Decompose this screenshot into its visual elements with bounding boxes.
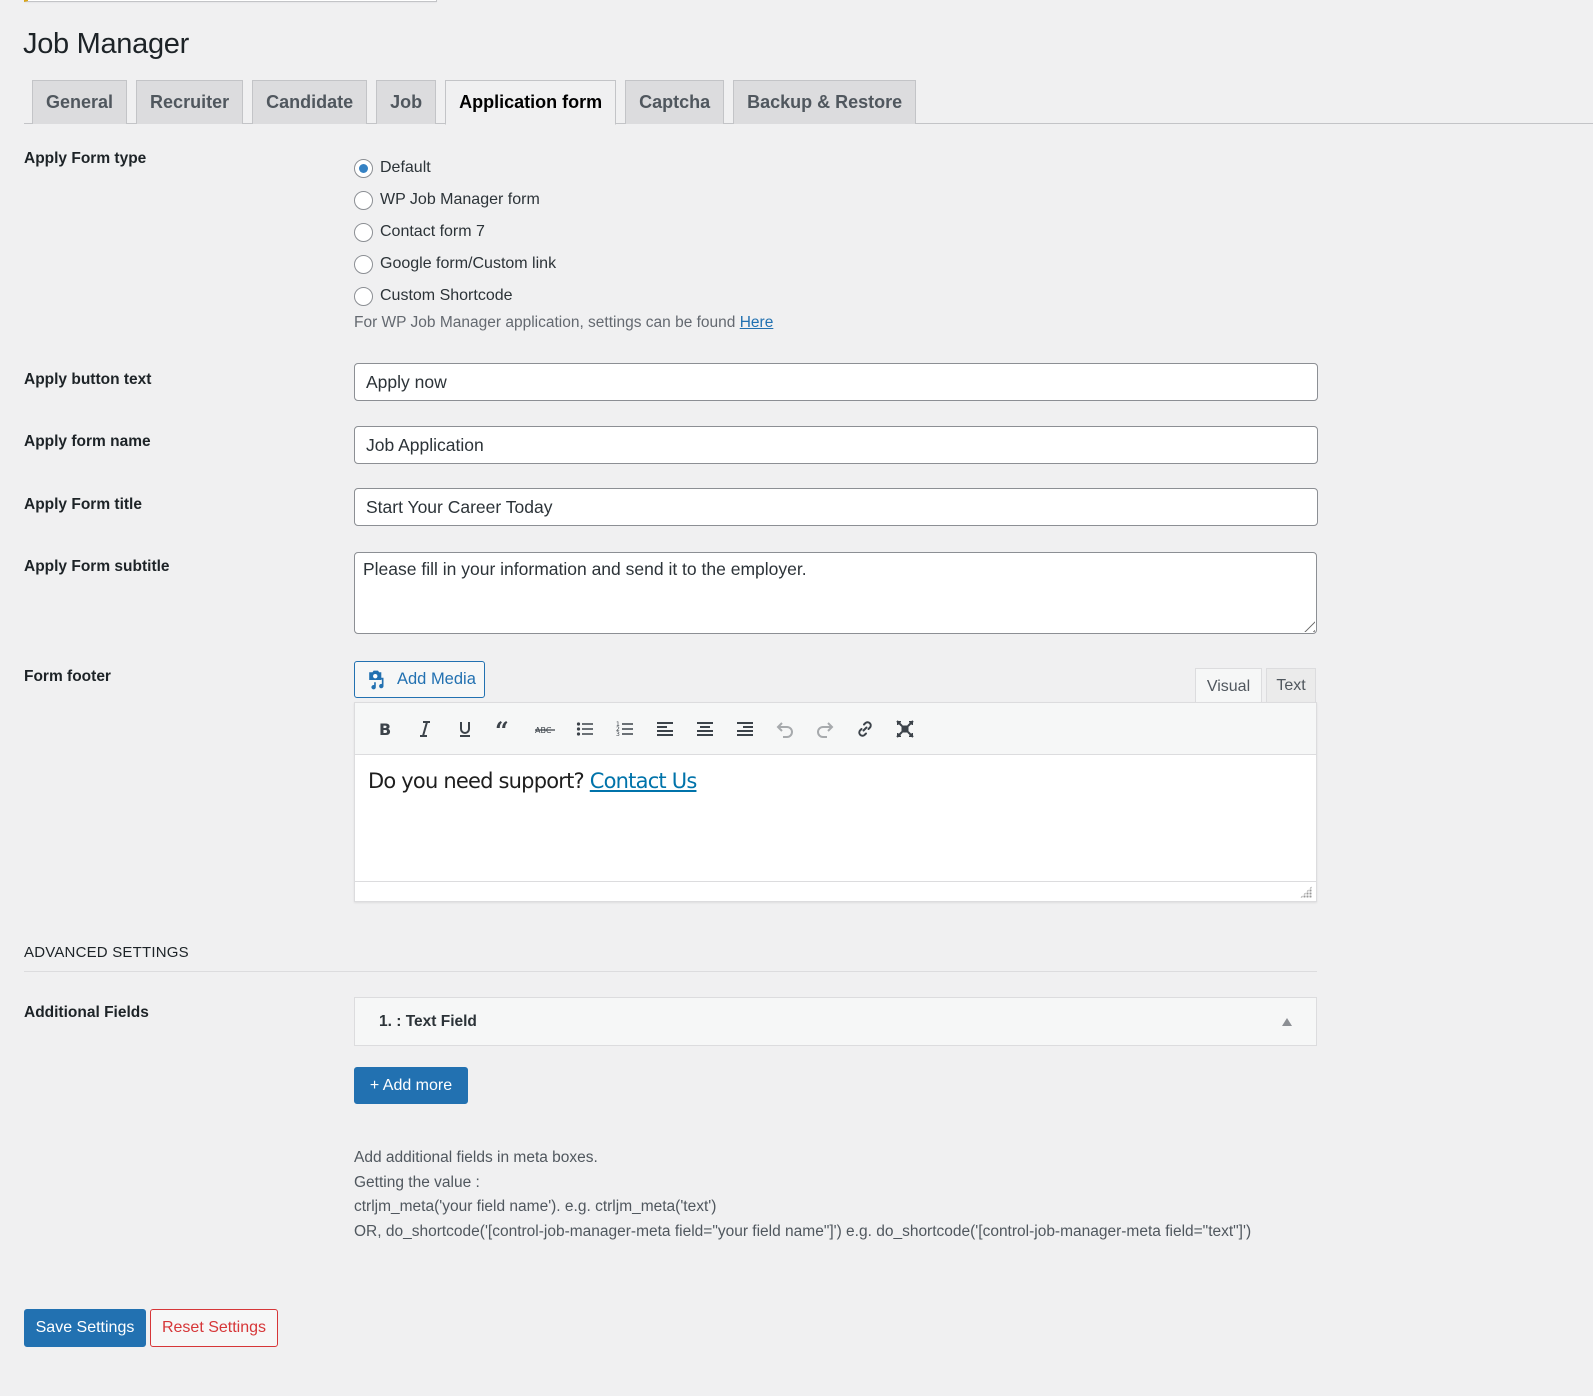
- svg-text:3: 3: [616, 731, 620, 738]
- help-line: Add additional fields in meta boxes.: [354, 1149, 598, 1166]
- bold-button[interactable]: B: [365, 711, 405, 747]
- media-icon: [369, 670, 384, 689]
- apply-form-subtitle-textarea[interactable]: Please fill in your information and send…: [354, 552, 1317, 634]
- redo-icon: [817, 721, 834, 738]
- radio-unchecked-icon[interactable]: [354, 254, 373, 274]
- help-line: Getting the value :: [354, 1173, 480, 1191]
- page-title: Job Manager: [23, 28, 189, 60]
- resize-handle-icon[interactable]: [1299, 616, 1315, 632]
- radio-label: WP Job Manager form: [380, 191, 540, 208]
- apply-button-text-input[interactable]: Apply now: [354, 363, 1318, 401]
- tab-backup-restore[interactable]: Backup & Restore: [733, 80, 917, 124]
- apply-form-title-label: Apply Form title: [24, 496, 142, 513]
- reset-settings-button[interactable]: Reset Settings: [150, 1309, 278, 1347]
- editor-toolbar: B “ ABC 123: [355, 703, 1316, 755]
- radio-label: Google form/Custom link: [380, 255, 557, 272]
- redo-button[interactable]: [805, 711, 845, 747]
- add-more-button[interactable]: + Add more: [354, 1067, 468, 1104]
- bulleted-list-icon: [576, 721, 593, 736]
- fullscreen-icon: [896, 719, 914, 738]
- contact-us-link[interactable]: Contact Us: [590, 769, 698, 793]
- editor-tab-text[interactable]: Text: [1266, 668, 1316, 703]
- additional-fields-help: Add additional fields in meta boxes. Get…: [354, 1146, 1251, 1244]
- note-text: For WP Job Manager application, settings…: [354, 314, 740, 331]
- form-footer-editor: B “ ABC 123 Do you need support? Contact…: [354, 702, 1317, 902]
- numbered-list-button[interactable]: 123: [605, 711, 645, 747]
- italic-icon: [420, 720, 430, 737]
- bulleted-list-button[interactable]: [565, 711, 605, 747]
- align-right-icon: [737, 721, 753, 736]
- apply-form-type-radios: Default WP Job Manager form Contact form…: [354, 152, 773, 332]
- radio-label: Contact form 7: [380, 223, 485, 240]
- editor-statusbar: [355, 881, 1316, 901]
- editor-content[interactable]: Do you need support? Contact Us: [355, 755, 1316, 881]
- apply-form-name-label: Apply form name: [24, 433, 151, 450]
- align-left-icon: [657, 721, 673, 736]
- apply-button-text-label: Apply button text: [24, 371, 152, 388]
- radio-unchecked-icon[interactable]: [354, 286, 373, 306]
- add-media-label: Add Media: [397, 670, 476, 688]
- here-link[interactable]: Here: [740, 314, 774, 331]
- quote-icon: “: [495, 719, 509, 739]
- admin-notice: [24, 0, 437, 2]
- help-line: ctrljm_meta('your field name'). e.g. ctr…: [354, 1198, 717, 1215]
- strikethrough-button[interactable]: ABC: [525, 711, 565, 747]
- align-center-button[interactable]: [685, 711, 725, 747]
- tab-recruiter[interactable]: Recruiter: [136, 80, 244, 124]
- save-settings-button[interactable]: Save Settings: [24, 1309, 146, 1347]
- advanced-settings-heading: ADVANCED SETTINGS: [24, 944, 189, 961]
- link-icon: [858, 720, 872, 737]
- apply-form-type-note: For WP Job Manager application, settings…: [354, 314, 773, 332]
- undo-button[interactable]: [765, 711, 805, 747]
- align-left-button[interactable]: [645, 711, 685, 747]
- blockquote-button[interactable]: “: [485, 711, 525, 747]
- settings-tabs: General Recruiter Candidate Job Applicat…: [24, 80, 1593, 125]
- add-media-button[interactable]: Add Media: [354, 661, 485, 698]
- svg-text:“: “: [495, 719, 509, 739]
- radio-contact-form-7[interactable]: Contact form 7: [354, 216, 773, 248]
- radio-unchecked-icon[interactable]: [354, 190, 373, 210]
- svg-text:B: B: [379, 720, 391, 739]
- radio-custom-shortcode[interactable]: Custom Shortcode: [354, 280, 773, 312]
- tab-candidate[interactable]: Candidate: [252, 80, 368, 124]
- tab-job[interactable]: Job: [376, 80, 437, 124]
- tab-application-form[interactable]: Application form: [445, 80, 617, 125]
- apply-form-name-input[interactable]: Job Application: [354, 426, 1318, 464]
- apply-form-subtitle-label: Apply Form subtitle: [24, 558, 170, 575]
- apply-form-title-input[interactable]: Start Your Career Today: [354, 488, 1318, 526]
- bold-icon: B: [379, 720, 391, 739]
- radio-google-form-custom-link[interactable]: Google form/Custom link: [354, 248, 773, 280]
- radio-checked-icon[interactable]: [354, 158, 373, 178]
- undo-icon: [776, 721, 793, 738]
- radio-default[interactable]: Default: [354, 152, 773, 184]
- radio-wp-job-manager-form[interactable]: WP Job Manager form: [354, 184, 773, 216]
- additional-fields-label: Additional Fields: [24, 1004, 149, 1021]
- tab-general[interactable]: General: [32, 80, 128, 124]
- additional-field-title: 1. : Text Field: [379, 1012, 477, 1030]
- underline-button[interactable]: [445, 711, 485, 747]
- align-right-button[interactable]: [725, 711, 765, 747]
- radio-unchecked-icon[interactable]: [354, 222, 373, 242]
- numbered-list-icon: 123: [616, 721, 633, 738]
- section-divider: [24, 971, 1317, 972]
- italic-button[interactable]: [405, 711, 445, 747]
- help-line: OR, do_shortcode('[control-job-manager-m…: [354, 1222, 1252, 1240]
- textarea-value: Please fill in your information and send…: [363, 559, 807, 579]
- align-center-icon: [697, 721, 713, 736]
- fullscreen-button[interactable]: [885, 711, 925, 747]
- editor-text: Do you need support?: [368, 769, 590, 793]
- tab-captcha[interactable]: Captcha: [625, 80, 725, 124]
- resize-handle-icon[interactable]: [1300, 886, 1312, 898]
- apply-form-type-label: Apply Form type: [24, 150, 147, 167]
- insert-link-button[interactable]: [845, 711, 885, 747]
- underline-icon: [460, 721, 470, 737]
- radio-label: Default: [380, 159, 431, 176]
- form-footer-label: Form footer: [24, 668, 111, 685]
- editor-tab-visual[interactable]: Visual: [1195, 668, 1262, 704]
- collapse-arrow-icon[interactable]: [1282, 1018, 1292, 1026]
- strikethrough-icon: ABC: [535, 726, 555, 735]
- radio-label: Custom Shortcode: [380, 287, 513, 304]
- additional-field-item[interactable]: 1. : Text Field: [354, 997, 1317, 1046]
